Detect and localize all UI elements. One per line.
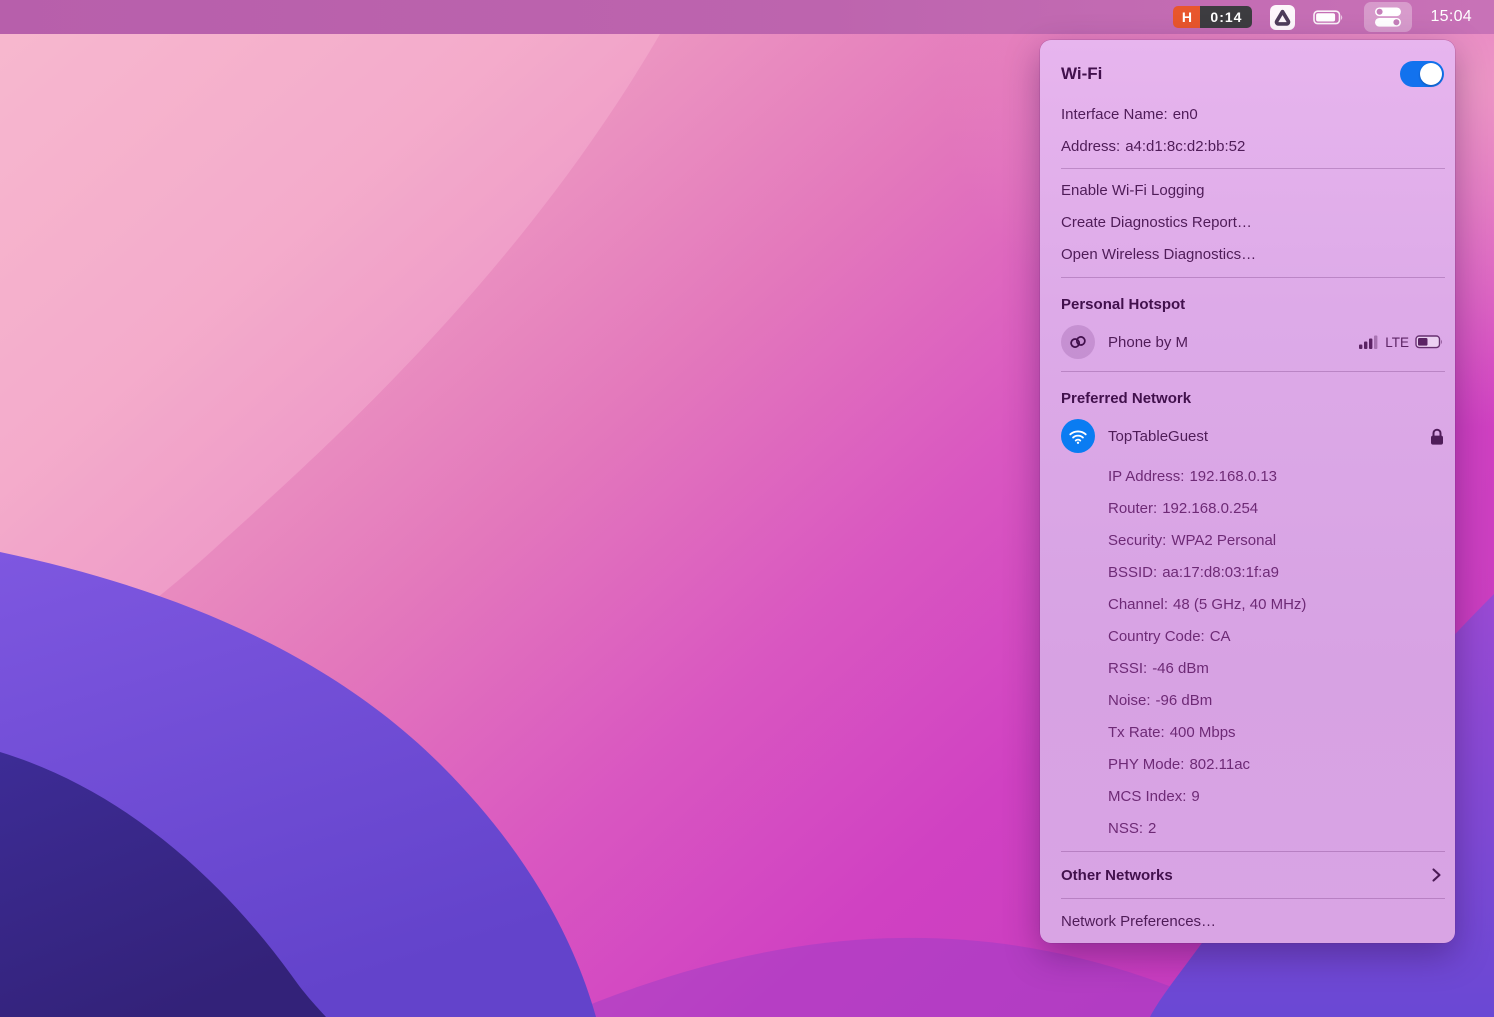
menu-item-open-wireless-diagnostics[interactable]: Open Wireless Diagnostics…: [1061, 238, 1445, 270]
wifi-menu-panel: Wi-Fi Interface Name: en0 Address: a4:d1…: [1040, 40, 1455, 943]
personal-hotspot-header: Personal Hotspot: [1061, 289, 1445, 319]
interface-name-label: Interface Name:: [1061, 106, 1168, 123]
menu-bar: H 0:14 15:04: [0, 0, 1494, 34]
menu-item-create-diagnostics-report[interactable]: Create Diagnostics Report…: [1061, 206, 1445, 238]
divider: [1061, 371, 1445, 372]
control-center-icon[interactable]: [1364, 2, 1412, 32]
panel-title: Wi-Fi: [1061, 64, 1102, 84]
detail-row: PHY Mode:802.11ac: [1061, 748, 1445, 780]
hotspot-device-name: Phone by M: [1108, 334, 1188, 351]
interface-name-row: Interface Name: en0: [1061, 98, 1445, 130]
lock-icon: [1429, 427, 1445, 446]
detail-row: IP Address:192.168.0.13: [1061, 460, 1445, 492]
menu-item-enable-wifi-logging[interactable]: Enable Wi-Fi Logging: [1061, 174, 1445, 206]
chevron-right-icon: [1427, 866, 1445, 884]
diagnostics-actions: Enable Wi-Fi Logging Create Diagnostics …: [1061, 174, 1445, 270]
preferred-network-header: Preferred Network: [1061, 383, 1445, 413]
interface-info: Interface Name: en0 Address: a4:d1:8c:d2…: [1061, 98, 1445, 162]
triangle-icon: [1273, 8, 1292, 26]
detail-row: Router:192.168.0.254: [1061, 492, 1445, 524]
cellular-network-label: LTE: [1385, 335, 1409, 350]
battery-menu-icon[interactable]: [1313, 10, 1346, 25]
timer-value: 0:14: [1200, 6, 1252, 28]
mac-address-value: a4:d1:8c:d2:bb:52: [1125, 138, 1245, 155]
network-name: TopTableGuest: [1108, 428, 1208, 445]
battery-icon: [1313, 10, 1346, 25]
detail-row: Tx Rate:400 Mbps: [1061, 716, 1445, 748]
menu-bar-clock[interactable]: 15:04: [1430, 8, 1472, 26]
other-networks-label: Other Networks: [1061, 867, 1173, 884]
detail-row: Country Code:CA: [1061, 620, 1445, 652]
interface-name-value: en0: [1173, 106, 1198, 123]
divider: [1061, 898, 1445, 899]
network-details: IP Address:192.168.0.13 Router:192.168.0…: [1061, 460, 1445, 844]
network-preferences-label: Network Preferences…: [1061, 913, 1216, 930]
toggle-knob: [1420, 63, 1442, 85]
detail-row: MCS Index:9: [1061, 780, 1445, 812]
timer-status-item[interactable]: H 0:14: [1173, 6, 1252, 28]
wifi-icon: [1061, 419, 1095, 453]
detail-row: Noise:-96 dBm: [1061, 684, 1445, 716]
app-badge-h: H: [1173, 6, 1200, 28]
detail-row: Channel:48 (5 GHz, 40 MHz): [1061, 588, 1445, 620]
network-security: [1429, 427, 1445, 446]
toggles-icon: [1373, 5, 1403, 29]
detail-row: Security:WPA2 Personal: [1061, 524, 1445, 556]
network-preferences-row[interactable]: Network Preferences…: [1061, 906, 1445, 936]
hotspot-device-row[interactable]: Phone by M LTE: [1061, 324, 1445, 360]
device-battery-icon: [1415, 335, 1445, 349]
detail-row: RSSI:-46 dBm: [1061, 652, 1445, 684]
divider: [1061, 277, 1445, 278]
other-networks-row[interactable]: Other Networks: [1061, 860, 1445, 890]
wifi-toggle[interactable]: [1400, 61, 1444, 87]
triangle-app-menu-icon[interactable]: [1270, 5, 1295, 30]
divider: [1061, 168, 1445, 169]
preferred-network-row[interactable]: TopTableGuest: [1061, 418, 1445, 454]
hotspot-icon: [1061, 325, 1095, 359]
detail-row: BSSID:aa:17:d8:03:1f:a9: [1061, 556, 1445, 588]
mac-address-row: Address: a4:d1:8c:d2:bb:52: [1061, 130, 1445, 162]
signal-strength-icon: [1359, 335, 1379, 350]
divider: [1061, 851, 1445, 852]
hotspot-status: LTE: [1359, 335, 1445, 350]
mac-address-label: Address:: [1061, 138, 1120, 155]
detail-row: NSS:2: [1061, 812, 1445, 844]
